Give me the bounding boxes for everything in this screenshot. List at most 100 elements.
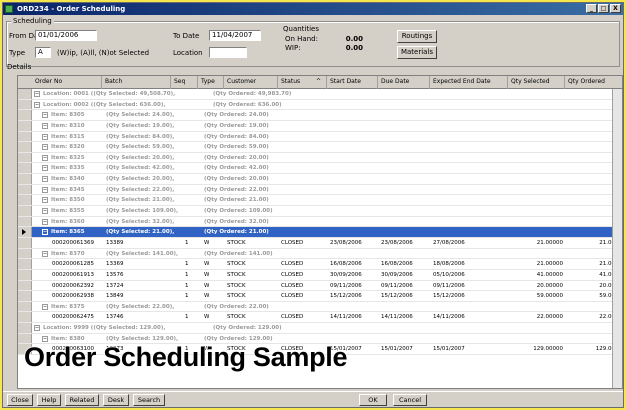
group-row[interactable]: − Item: 8350 (Qty Selected: 21.00), (Qty Or… — [18, 195, 622, 207]
col-header-type[interactable]: Type — [198, 76, 224, 89]
row-selector[interactable] — [18, 99, 32, 110]
collapse-toggle-icon[interactable]: − — [34, 101, 40, 108]
close-button[interactable]: Close — [7, 394, 33, 406]
group-row[interactable]: − Item: 8325 (Qty Selected: 20.00), (Qty Or… — [18, 152, 622, 164]
col-header-expected-end-date[interactable]: Expected End Date — [430, 76, 508, 89]
ok-button[interactable]: OK — [359, 394, 387, 406]
collapse-toggle-icon[interactable]: − — [42, 303, 48, 310]
group-row[interactable]: − Item: 8365 (Qty Selected: 21.00), (Qty Or… — [18, 227, 622, 238]
collapse-toggle-icon[interactable]: − — [42, 250, 48, 257]
col-header-customer[interactable]: Customer — [224, 76, 278, 89]
row-selector[interactable] — [18, 259, 32, 269]
col-header-qty-selected[interactable]: Qty Selected — [508, 76, 565, 89]
location-field[interactable] — [209, 47, 247, 58]
collapse-toggle-icon[interactable]: − — [42, 197, 48, 204]
col-header-start-date[interactable]: Start Date — [327, 76, 378, 89]
row-selector[interactable] — [18, 323, 32, 333]
group-row[interactable]: − Item: 8360 (Qty Selected: 32.00), (Qty Or… — [18, 216, 622, 228]
materials-button[interactable]: Materials — [397, 46, 437, 59]
cell-status: CLOSED — [281, 261, 304, 268]
row-selector[interactable] — [18, 163, 32, 174]
collapse-toggle-icon[interactable]: − — [42, 208, 48, 215]
table-row[interactable]: 000200061369 13389 1 W STOCK CLOSED 23/08/2006… — [18, 237, 622, 249]
routings-button[interactable]: Routings — [397, 30, 437, 43]
col-header-qty-ordered[interactable]: Qty Ordered — [565, 76, 622, 89]
desk-button[interactable]: Desk — [103, 394, 129, 406]
collapse-toggle-icon[interactable]: − — [42, 165, 48, 172]
col-header-batch[interactable]: Batch — [102, 76, 171, 89]
row-selector[interactable] — [18, 291, 32, 301]
row-selector[interactable] — [18, 269, 32, 280]
group-row[interactable]: − Item: 8355 (Qty Selected: 109.00), (Qty O… — [18, 206, 622, 217]
collapse-toggle-icon[interactable]: − — [42, 176, 48, 183]
group-row[interactable]: − Item: 8340 (Qty Selected: 20.00), (Qty Or… — [18, 174, 622, 185]
group-row[interactable]: − Item: 8345 (Qty Selected: 22.00), (Qty Or… — [18, 184, 622, 196]
row-selector[interactable] — [18, 248, 32, 259]
table-row[interactable]: 000200062938 13849 1 W STOCK CLOSED 15/12/2006… — [18, 291, 622, 302]
table-row[interactable]: 000200061913 13576 1 W STOCK CLOSED 30/09/2006… — [18, 269, 622, 281]
from-date-field[interactable]: 01/01/2006 — [35, 30, 97, 41]
collapse-toggle-icon[interactable]: − — [42, 186, 48, 193]
table-row[interactable]: 000200062392 13724 1 W STOCK CLOSED 09/11/2006… — [18, 280, 622, 292]
row-selector[interactable] — [18, 216, 32, 227]
row-selector[interactable] — [18, 301, 32, 312]
col-header-status[interactable]: Status ^ — [278, 76, 327, 89]
help-button[interactable]: Help — [37, 394, 61, 406]
group-row[interactable]: − Item: 8320 (Qty Selected: 59.00), (Qty Or… — [18, 142, 622, 153]
collapse-toggle-icon[interactable]: − — [34, 325, 40, 332]
item-qty-ordered: (Qty Ordered: 109.00) — [204, 208, 273, 215]
group-row[interactable]: − Item: 8370 (Qty Selected: 141.00), (Qty O… — [18, 248, 622, 260]
col-header-seq[interactable]: Seq — [171, 76, 198, 89]
to-date-field[interactable]: 11/04/2007 — [209, 30, 261, 41]
type-field[interactable]: A — [35, 47, 51, 58]
row-selector[interactable] — [18, 152, 32, 163]
minimize-button[interactable]: _ — [586, 4, 597, 13]
search-button[interactable]: Search — [133, 394, 165, 406]
group-row[interactable]: − Item: 8315 (Qty Selected: 84.00), (Qty Or… — [18, 131, 622, 143]
item-qty-selected: (Qty Selected: 32.00), — [106, 218, 175, 225]
group-row[interactable]: − Item: 8335 (Qty Selected: 42.00), (Qty Or… — [18, 163, 622, 175]
row-selector[interactable] — [18, 312, 32, 323]
table-row[interactable]: 000200062475 13746 1 W STOCK CLOSED 14/11/2006… — [18, 312, 622, 324]
row-selector[interactable] — [18, 280, 32, 291]
group-row[interactable]: − Item: 8305 (Qty Selected: 24.00), (Qty Or… — [18, 110, 622, 121]
collapse-toggle-icon[interactable]: − — [42, 133, 48, 140]
row-selector[interactable] — [18, 237, 32, 248]
group-row[interactable]: − Location: 9999 ((Qty Selected: 129.00),… — [18, 323, 622, 334]
row-selector[interactable] — [18, 206, 32, 216]
maximize-button[interactable]: □ — [598, 4, 609, 13]
item-group-label: Item: 8335 — [51, 165, 85, 172]
item-qty-ordered: (Qty Ordered: 20.00) — [204, 176, 269, 183]
collapse-toggle-icon[interactable]: − — [42, 144, 48, 151]
row-selector[interactable] — [18, 89, 32, 99]
group-row[interactable]: − Item: 8310 (Qty Selected: 19.00), (Qty Or… — [18, 120, 622, 132]
row-selector[interactable] — [18, 184, 32, 195]
collapse-toggle-icon[interactable]: − — [42, 335, 48, 342]
col-header-due-date[interactable]: Due Date — [378, 76, 430, 89]
row-selector[interactable] — [18, 174, 32, 184]
row-selector[interactable] — [18, 227, 32, 237]
vertical-scrollbar[interactable] — [612, 89, 622, 388]
collapse-toggle-icon[interactable]: − — [42, 112, 48, 119]
cancel-button[interactable]: Cancel — [393, 394, 427, 406]
collapse-toggle-icon[interactable]: − — [42, 218, 48, 225]
collapse-toggle-icon[interactable]: − — [34, 91, 40, 97]
row-selector[interactable] — [18, 131, 32, 142]
item-qty-ordered: (Qty Ordered: 21.00) — [204, 229, 269, 236]
row-selector[interactable] — [18, 120, 32, 131]
related-button[interactable]: Related — [65, 394, 99, 406]
row-selector[interactable] — [18, 110, 32, 120]
collapse-toggle-icon[interactable]: − — [42, 154, 48, 161]
collapse-toggle-icon[interactable]: − — [42, 122, 48, 129]
cell-customer: STOCK — [227, 314, 246, 321]
group-row[interactable]: − Item: 8375 (Qty Selected: 22.00), (Qty Or… — [18, 301, 622, 313]
row-selector[interactable] — [18, 195, 32, 206]
close-window-button[interactable]: X — [610, 4, 621, 13]
row-selector[interactable] — [18, 142, 32, 152]
group-row[interactable]: − Location: 0001 ((Qty Selected: 49,508.7… — [18, 89, 622, 100]
col-header-order-no[interactable]: Order No — [32, 76, 102, 89]
cell-start-date: 16/08/2006 — [330, 261, 362, 268]
group-row[interactable]: − Location: 0002 ((Qty Selected: 636.00),… — [18, 99, 622, 111]
table-row[interactable]: 000200061285 13369 1 W STOCK CLOSED 16/08/2006… — [18, 259, 622, 270]
collapse-toggle-icon[interactable]: − — [42, 229, 48, 236]
